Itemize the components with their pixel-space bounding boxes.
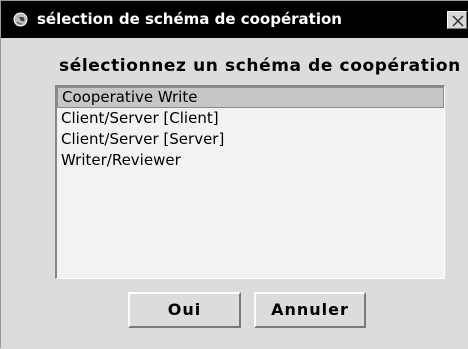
dialog-content: sélectionnez un schéma de coopération Co… — [1, 38, 468, 349]
list-item-cooperative-write[interactable]: Cooperative Write — [57, 87, 444, 108]
scheme-list[interactable]: Cooperative Write Client/Server [Client]… — [55, 85, 445, 279]
list-item-client-server-client[interactable]: Client/Server [Client] — [57, 108, 444, 129]
dialog-window: sélection de schéma de coopération sélec… — [0, 0, 468, 349]
oui-button[interactable]: Oui — [128, 292, 241, 328]
close-button[interactable] — [447, 11, 467, 29]
list-item-writer-reviewer[interactable]: Writer/Reviewer — [57, 150, 444, 171]
list-item-client-server-server[interactable]: Client/Server [Server] — [57, 129, 444, 150]
close-icon — [452, 15, 464, 27]
dialog-heading: sélectionnez un schéma de coopération — [59, 56, 461, 76]
globe-icon — [13, 12, 28, 27]
title-bar[interactable]: sélection de schéma de coopération — [1, 1, 468, 38]
annuler-button[interactable]: Annuler — [254, 292, 366, 328]
window-title: sélection de schéma de coopération — [37, 10, 342, 28]
